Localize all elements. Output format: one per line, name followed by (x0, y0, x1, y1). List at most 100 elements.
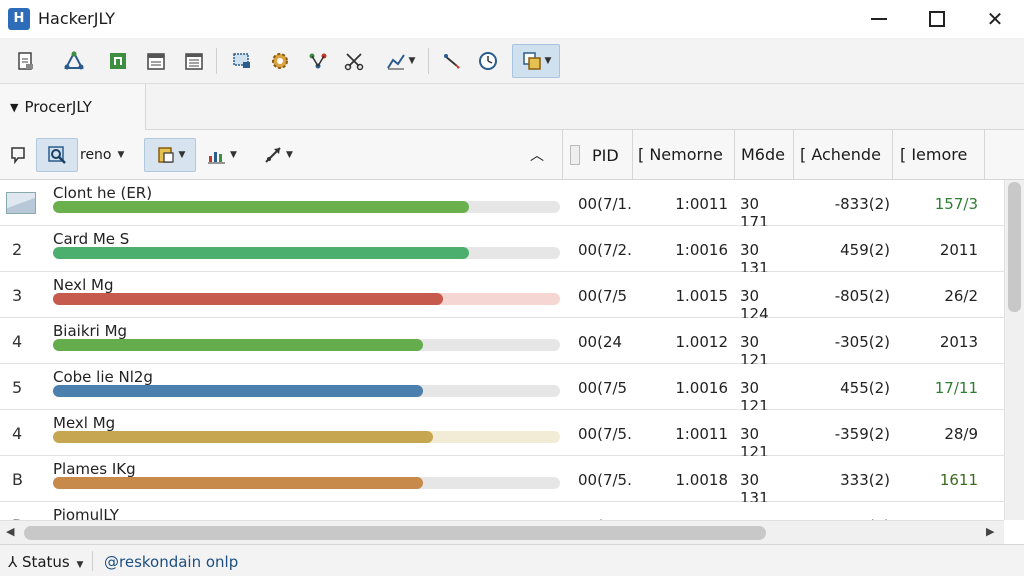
chevron-down-icon: ▼ (408, 56, 416, 66)
pid-cell: 00(7/2. (578, 241, 632, 259)
horizontal-scroll-thumb[interactable] (24, 526, 766, 540)
progress-fill (53, 477, 423, 489)
table-row[interactable]: DPiomulLY00(7/51.001930131455(4)27/4 (0, 502, 1004, 520)
tree-button[interactable] (304, 47, 332, 75)
table-row[interactable]: B Plames IKg 00(7/5. 1.0018 30 131 333(2) 1611 (0, 456, 1004, 507)
table-row[interactable]: 4 Mexl Mg 00(7/5. 1:0011 30 121 -359(2) 28/9 (0, 410, 1004, 461)
gear-icon (272, 53, 288, 69)
pid-cell: 00(7/5 (578, 379, 628, 397)
select-icon (11, 147, 25, 165)
title-bar: H HackerJLY ✕ (0, 0, 1024, 38)
window-copy-dropdown-button[interactable]: ▼ (512, 44, 560, 78)
cut-button[interactable] (340, 47, 368, 75)
progress-fill (53, 431, 433, 443)
column-header-iemore[interactable]: [ Iemore (900, 145, 967, 164)
memory-cell: 1.0015 (675, 287, 729, 305)
row-index: 3 (12, 286, 23, 305)
table-row[interactable]: 4 Biaikri Mg 00(24 1.0012 30 121 -305(2) 2013 (0, 318, 1004, 369)
tab-label: ProcerJLY (24, 98, 92, 116)
scroll-right-icon[interactable]: ▶ (986, 525, 994, 538)
memory-cell: 1:0011 (675, 425, 728, 443)
pid-cell: 00(7/5. (578, 471, 632, 489)
chart-dropdown-button[interactable]: ▼ (206, 138, 248, 172)
toolbar-separator (216, 48, 217, 74)
chevron-down-icon: ▼ (544, 56, 552, 66)
clock-button[interactable] (474, 47, 502, 75)
progress-track (53, 477, 560, 489)
process-name: Nexl Mg (53, 276, 114, 294)
row-index: 2 (12, 240, 23, 259)
clock-icon (479, 52, 497, 70)
link-dropdown-button[interactable]: ▼ (262, 138, 304, 172)
filter-dropdown[interactable]: reno ▼ (80, 138, 138, 172)
close-button[interactable]: ✕ (966, 0, 1024, 38)
progress-track (53, 431, 560, 443)
chevron-down-icon: ▼ (117, 150, 125, 160)
status-dropdown[interactable]: ⅄ Status ▼ (8, 553, 83, 571)
row-index: B (12, 470, 23, 489)
list-button[interactable] (180, 47, 208, 75)
vertical-scroll-thumb[interactable] (1008, 182, 1021, 312)
calendar-icon (147, 53, 165, 70)
column-header-pid[interactable]: PID (570, 145, 619, 165)
iemore-cell: 1611 (939, 471, 978, 489)
monitor-button[interactable] (228, 47, 256, 75)
status-message: @reskondain onlp (104, 553, 239, 571)
row-index: 5 (12, 378, 23, 397)
chevron-down-icon: ▼ (76, 560, 84, 570)
achende-cell: 333(2) (840, 471, 890, 489)
select-button[interactable] (8, 138, 30, 172)
scroll-left-icon[interactable]: ◀ (6, 525, 14, 538)
progress-fill (53, 201, 469, 213)
clipboard-dropdown-button[interactable]: ▼ (144, 138, 196, 172)
table-row[interactable]: Clont he (ER) 00(7/1. 1:0011 30 171 -833(2) 1… (0, 180, 1004, 231)
memory-cell: 1.0016 (675, 379, 729, 397)
calendar-button[interactable] (142, 47, 170, 75)
sheet-icon (110, 53, 126, 69)
pin-icon (444, 54, 460, 69)
settings-button[interactable] (266, 47, 294, 75)
monitor-icon (233, 53, 250, 68)
horizontal-scrollbar[interactable]: ◀ ▶ (0, 520, 1004, 544)
status-icon: ⅄ (8, 553, 18, 571)
table-row[interactable]: 2 Card Me S 00(7/2. 1:0016 30 131 459(2) 2011 (0, 226, 1004, 277)
table-row[interactable]: 3 Nexl Mg 00(7/5 1.0015 30 124 -805(2) 26/2 (0, 272, 1004, 323)
bar-chart-icon (208, 152, 225, 164)
graph-dropdown-button[interactable]: ▼ (378, 47, 422, 75)
row-index: 4 (12, 332, 23, 351)
column-separator (793, 130, 794, 180)
column-separator (632, 130, 633, 180)
vertical-scrollbar[interactable] (1004, 180, 1024, 520)
status-separator (92, 551, 93, 571)
sheet-button[interactable] (104, 47, 132, 75)
filter-dropdown-label: reno (80, 147, 112, 163)
column-separator (892, 130, 893, 180)
tab-strip: ▼ ProcerJLY (0, 84, 1024, 130)
clipboard-icon (157, 147, 174, 163)
table-row[interactable]: 5 Cobe lie Nl2g 00(7/5 1.0016 30 121 455(2) 17… (0, 364, 1004, 415)
network-button[interactable] (60, 47, 88, 75)
column-header-mode[interactable]: M6de (741, 145, 785, 164)
column-header-memory[interactable]: [ Nemorne (638, 145, 723, 164)
window-title: HackerJLY (38, 9, 116, 28)
iemore-cell: 2013 (939, 333, 978, 351)
link-icon (265, 147, 281, 163)
document-button[interactable] (12, 47, 40, 75)
minimize-button[interactable] (850, 0, 908, 38)
filter-icon: ▼ (10, 100, 19, 114)
collapse-button[interactable]: ︿ (530, 138, 550, 172)
iemore-cell: 157/3 (934, 195, 978, 213)
maximize-button[interactable] (908, 0, 966, 38)
progress-fill (53, 339, 423, 351)
pin-button[interactable] (438, 47, 466, 75)
toolbar-separator (428, 48, 429, 74)
process-name: Cobe lie Nl2g (53, 368, 153, 386)
achende-cell: -359(2) (834, 425, 890, 443)
achende-cell: -305(2) (834, 333, 890, 351)
minimize-icon (871, 18, 887, 20)
process-name: Plames IKg (53, 460, 136, 478)
chevron-up-icon: ︿ (530, 148, 544, 164)
search-button[interactable] (36, 138, 78, 172)
tab-procerjly[interactable]: ▼ ProcerJLY (0, 84, 146, 130)
column-header-achende[interactable]: [ Achende (800, 145, 881, 164)
